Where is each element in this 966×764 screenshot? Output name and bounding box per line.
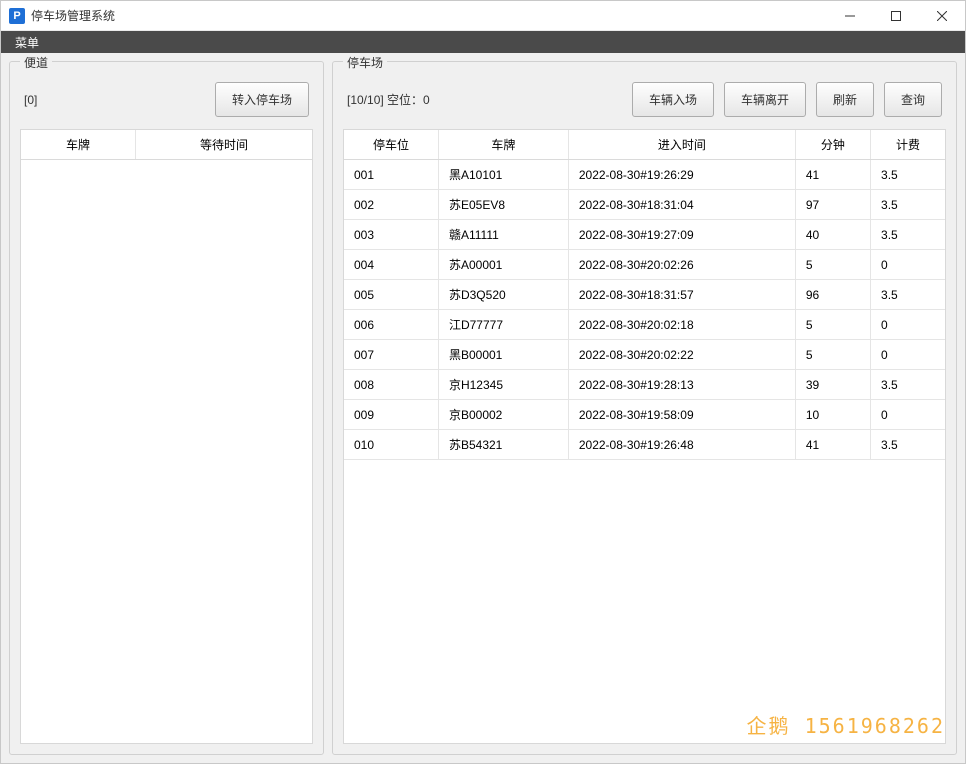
parking-cell-plate: 京B00002 xyxy=(438,400,568,430)
parking-cell-time: 2022-08-30#19:27:09 xyxy=(568,220,795,250)
parking-cell-plate: 京H12345 xyxy=(438,370,568,400)
app-icon: P xyxy=(9,8,25,24)
lane-column-header: 车牌 xyxy=(21,130,136,160)
table-row[interactable]: 002苏E05EV82022-08-30#18:31:04973.5 xyxy=(344,190,945,220)
leave-button[interactable]: 车辆离开 xyxy=(724,82,806,117)
parking-cell-minutes: 5 xyxy=(795,310,870,340)
maximize-button[interactable] xyxy=(873,1,919,31)
parking-cell-time: 2022-08-30#19:28:13 xyxy=(568,370,795,400)
parking-cell-slot: 010 xyxy=(344,430,438,460)
parking-cell-minutes: 10 xyxy=(795,400,870,430)
parking-cell-time: 2022-08-30#19:58:09 xyxy=(568,400,795,430)
parking-cell-time: 2022-08-30#18:31:57 xyxy=(568,280,795,310)
menubar: 菜单 xyxy=(1,31,965,53)
lane-column-header: 等待时间 xyxy=(136,130,312,160)
parking-cell-plate: 黑A10101 xyxy=(438,160,568,190)
enter-button[interactable]: 车辆入场 xyxy=(632,82,714,117)
parking-cell-time: 2022-08-30#20:02:22 xyxy=(568,340,795,370)
parking-cell-minutes: 39 xyxy=(795,370,870,400)
parking-cell-plate: 江D77777 xyxy=(438,310,568,340)
parking-cell-fee: 0 xyxy=(871,250,945,280)
table-row[interactable]: 003赣A111112022-08-30#19:27:09403.5 xyxy=(344,220,945,250)
parking-panel: 停车场 [10/10] 空位：0 车辆入场 车辆离开 刷新 查询 停车位车牌进入… xyxy=(332,61,957,755)
refresh-button[interactable]: 刷新 xyxy=(816,82,874,117)
parking-cell-fee: 3.5 xyxy=(871,430,945,460)
parking-cell-slot: 009 xyxy=(344,400,438,430)
table-row[interactable]: 001黑A101012022-08-30#19:26:29413.5 xyxy=(344,160,945,190)
lane-panel: 便道 [0] 转入停车场 车牌等待时间 xyxy=(9,61,324,755)
parking-cell-slot: 008 xyxy=(344,370,438,400)
parking-column-header: 车牌 xyxy=(438,130,568,160)
parking-cell-minutes: 41 xyxy=(795,430,870,460)
parking-cell-plate: 黑B00001 xyxy=(438,340,568,370)
parking-cell-plate: 苏B54321 xyxy=(438,430,568,460)
table-row[interactable]: 007黑B000012022-08-30#20:02:2250 xyxy=(344,340,945,370)
lane-table-wrap: 车牌等待时间 xyxy=(20,129,313,744)
parking-cell-slot: 004 xyxy=(344,250,438,280)
parking-cell-fee: 3.5 xyxy=(871,280,945,310)
parking-status: [10/10] 空位：0 xyxy=(347,91,430,108)
parking-cell-slot: 001 xyxy=(344,160,438,190)
lane-count: [0] xyxy=(24,93,37,107)
minimize-button[interactable] xyxy=(827,1,873,31)
parking-cell-slot: 003 xyxy=(344,220,438,250)
table-row[interactable]: 004苏A000012022-08-30#20:02:2650 xyxy=(344,250,945,280)
parking-cell-fee: 0 xyxy=(871,340,945,370)
parking-cell-time: 2022-08-30#18:31:04 xyxy=(568,190,795,220)
parking-cell-fee: 0 xyxy=(871,310,945,340)
parking-cell-plate: 赣A11111 xyxy=(438,220,568,250)
table-row[interactable]: 009京B000022022-08-30#19:58:09100 xyxy=(344,400,945,430)
parking-cell-plate: 苏E05EV8 xyxy=(438,190,568,220)
parking-cell-fee: 0 xyxy=(871,400,945,430)
app-window: P 停车场管理系统 菜单 便道 [0] 转入停车场 xyxy=(0,0,966,764)
close-button[interactable] xyxy=(919,1,965,31)
table-row[interactable]: 010苏B543212022-08-30#19:26:48413.5 xyxy=(344,430,945,460)
parking-cell-plate: 苏A00001 xyxy=(438,250,568,280)
parking-cell-fee: 3.5 xyxy=(871,190,945,220)
parking-table-wrap: 停车位车牌进入时间分钟计费 001黑A101012022-08-30#19:26… xyxy=(343,129,946,744)
titlebar: P 停车场管理系统 xyxy=(1,1,965,31)
parking-cell-time: 2022-08-30#20:02:18 xyxy=(568,310,795,340)
parking-column-header: 分钟 xyxy=(795,130,870,160)
parking-cell-minutes: 96 xyxy=(795,280,870,310)
parking-cell-minutes: 40 xyxy=(795,220,870,250)
query-button[interactable]: 查询 xyxy=(884,82,942,117)
parking-cell-fee: 3.5 xyxy=(871,220,945,250)
parking-column-header: 计费 xyxy=(871,130,945,160)
menu-main[interactable]: 菜单 xyxy=(9,32,45,53)
lane-table: 车牌等待时间 xyxy=(21,130,312,160)
parking-cell-fee: 3.5 xyxy=(871,160,945,190)
parking-cell-slot: 005 xyxy=(344,280,438,310)
parking-cell-fee: 3.5 xyxy=(871,370,945,400)
move-in-button[interactable]: 转入停车场 xyxy=(215,82,309,117)
parking-cell-slot: 002 xyxy=(344,190,438,220)
table-row[interactable]: 005苏D3Q5202022-08-30#18:31:57963.5 xyxy=(344,280,945,310)
parking-cell-minutes: 5 xyxy=(795,340,870,370)
parking-cell-minutes: 97 xyxy=(795,190,870,220)
parking-cell-plate: 苏D3Q520 xyxy=(438,280,568,310)
parking-title: 停车场 xyxy=(343,54,387,71)
parking-cell-slot: 007 xyxy=(344,340,438,370)
parking-cell-minutes: 41 xyxy=(795,160,870,190)
parking-cell-minutes: 5 xyxy=(795,250,870,280)
table-row[interactable]: 006江D777772022-08-30#20:02:1850 xyxy=(344,310,945,340)
table-row[interactable]: 008京H123452022-08-30#19:28:13393.5 xyxy=(344,370,945,400)
parking-table: 停车位车牌进入时间分钟计费 001黑A101012022-08-30#19:26… xyxy=(344,130,945,460)
window-title: 停车场管理系统 xyxy=(31,7,115,24)
parking-cell-time: 2022-08-30#20:02:26 xyxy=(568,250,795,280)
parking-cell-time: 2022-08-30#19:26:48 xyxy=(568,430,795,460)
parking-cell-time: 2022-08-30#19:26:29 xyxy=(568,160,795,190)
content-area: 便道 [0] 转入停车场 车牌等待时间 停车场 [10/10] 空位：0 xyxy=(1,53,965,763)
parking-column-header: 停车位 xyxy=(344,130,438,160)
parking-cell-slot: 006 xyxy=(344,310,438,340)
parking-column-header: 进入时间 xyxy=(568,130,795,160)
lane-title: 便道 xyxy=(20,54,52,71)
